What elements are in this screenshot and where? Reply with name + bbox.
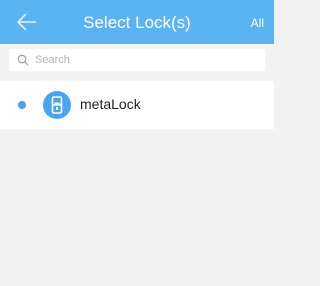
back-button[interactable] (16, 12, 38, 32)
list-item[interactable]: metaLock (0, 81, 274, 129)
search-icon (17, 54, 29, 66)
door-lock-icon (43, 91, 71, 119)
search-input[interactable] (35, 49, 255, 71)
search-box[interactable] (9, 49, 265, 71)
app-header: Select Lock(s) All (0, 0, 274, 44)
lock-name: metaLock (80, 96, 141, 112)
radio-selected-indicator[interactable] (18, 101, 26, 109)
page-title: Select Lock(s) (83, 13, 191, 32)
lock-list: metaLock (0, 81, 274, 129)
arrow-left-icon (17, 13, 36, 31)
search-bar (0, 44, 274, 76)
select-all-button[interactable]: All (251, 0, 264, 44)
